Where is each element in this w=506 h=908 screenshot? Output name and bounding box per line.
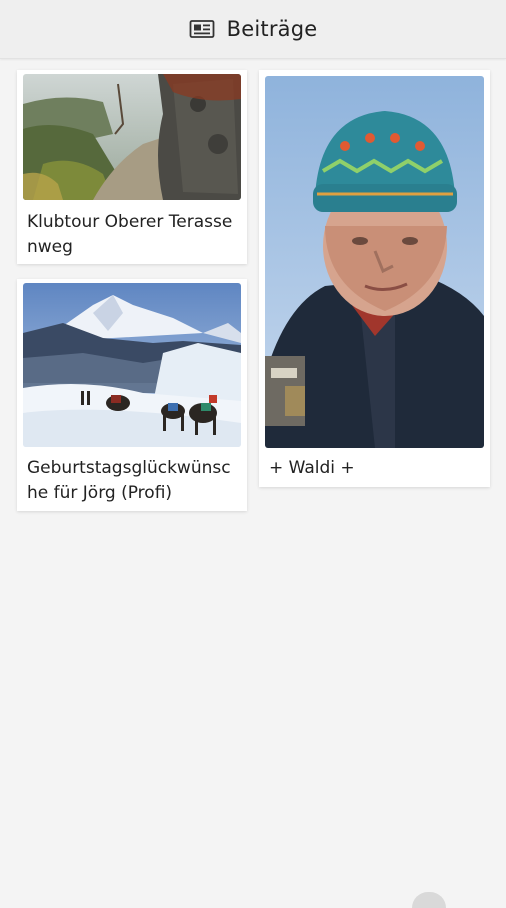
post-title: Klubtour Oberer Terassenweg <box>27 212 233 257</box>
post-card-klubtour[interactable]: Klubtour Oberer Terassenweg <box>17 70 247 264</box>
floating-action-button[interactable] <box>412 892 446 908</box>
post-thumbnail-mountain-trail <box>23 74 241 200</box>
page-title: Beiträge <box>226 17 318 41</box>
post-card-geburtstag[interactable]: Geburtstagsglückwünsche für Jörg (Profi) <box>17 279 247 511</box>
post-thumbnail-portrait <box>265 76 484 448</box>
app-bar: Beiträge <box>0 0 506 59</box>
post-title: + Waldi + <box>269 458 355 478</box>
post-card-waldi[interactable]: + Waldi + <box>259 70 490 487</box>
post-thumbnail-himalaya-trek <box>23 283 241 447</box>
app-bar-title-group: Beiträge <box>189 17 318 41</box>
post-title: Geburtstagsglückwünsche für Jörg (Profi) <box>27 458 231 503</box>
newspaper-icon <box>189 19 215 39</box>
